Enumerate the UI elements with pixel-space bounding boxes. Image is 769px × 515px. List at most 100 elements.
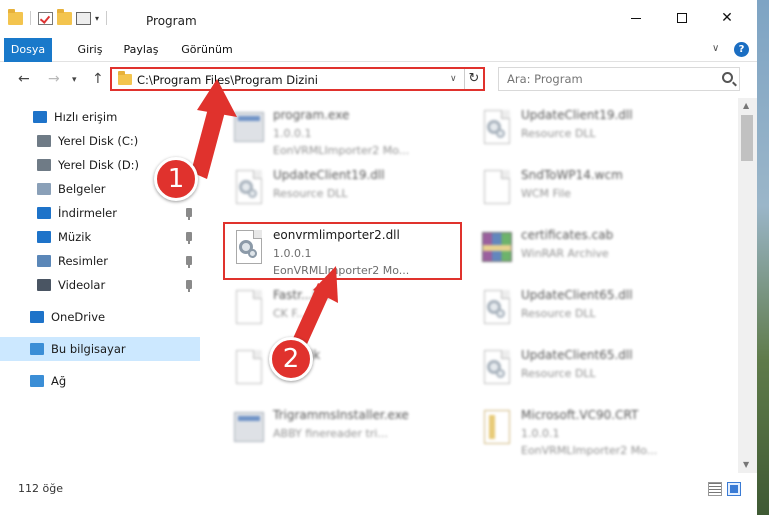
details-view-icon[interactable] [708, 482, 722, 496]
desktop-background [757, 0, 769, 515]
explorer-window: ▾ Program ✕ Dosya Giriş Paylaş Görünüm ∨… [0, 0, 757, 515]
file-name: program.exe [273, 108, 350, 122]
file-item[interactable]: UpdateClient19.dll Resource DLL [225, 164, 465, 220]
pin-icon[interactable] [186, 256, 192, 268]
sidebar-item-label: Resimler [58, 254, 108, 268]
file-detail: Resource DLL [273, 187, 348, 200]
file-detail: WCM File [521, 187, 571, 200]
file-detail: ABBY finereader tri... [273, 427, 388, 440]
navigation-bar: ← → ▾ ↑ C:\Program Files\Program Dizini … [0, 62, 757, 98]
file-item[interactable]: SndToWP14.wcm WCM File [473, 164, 713, 220]
step-marker-2: 2 [269, 337, 313, 381]
file-detail: WinRAR Archive [521, 247, 609, 260]
file-detail: EonVRMLImporter2 Mo... [273, 144, 410, 157]
expand-ribbon-icon[interactable]: ∨ [712, 43, 719, 54]
search-icon[interactable] [722, 72, 733, 83]
star-icon [33, 111, 47, 123]
sidebar-item-onedrive[interactable]: OneDrive [0, 305, 200, 329]
file-detail: Resource DLL [521, 367, 596, 380]
address-path[interactable]: C:\Program Files\Program Dizini [137, 73, 318, 87]
drive-icon [37, 135, 51, 147]
file-item[interactable]: UpdateClient65.dll Resource DLL [473, 284, 713, 340]
step-marker-1: 1 [154, 157, 198, 201]
tab-gorunum[interactable]: Görünüm [176, 38, 238, 62]
file-name: Microsoft.VC90.CRT [521, 408, 639, 422]
file-item[interactable]: ...ml.cjk [225, 344, 465, 400]
tab-paylas[interactable]: Paylaş [118, 38, 164, 62]
file-item[interactable]: eonvrmlimporter2.dll 1.0.0.1 EonVRMLImport… [225, 224, 465, 280]
cloud-icon [30, 311, 44, 323]
maximize-icon [677, 13, 687, 23]
scroll-up-icon[interactable]: ▲ [743, 101, 749, 110]
sidebar-item-videolar[interactable]: Videolar [0, 273, 200, 297]
exe-icon [231, 110, 265, 152]
sidebar-item-resimler[interactable]: Resimler [0, 249, 200, 273]
view-menu-icon[interactable] [76, 11, 91, 25]
properties-check-icon[interactable] [38, 11, 53, 25]
large-icons-view-icon[interactable] [727, 482, 741, 496]
file-detail: EonVRMLImporter2 Mo... [521, 444, 658, 457]
sidebar-item-label: Hızlı erişim [54, 110, 118, 124]
file-item[interactable]: TrigrammsInstaller.exe ABBY finereader tr… [225, 404, 465, 460]
folder-icon [8, 8, 23, 25]
file-detail: CK F... [273, 307, 307, 320]
drive-icon [37, 159, 51, 171]
close-button[interactable]: ✕ [716, 8, 738, 28]
file-name: UpdateClient19.dll [273, 168, 385, 182]
pictures-icon [37, 255, 51, 267]
maximize-button[interactable] [671, 8, 693, 28]
toolbar-separator [30, 11, 31, 25]
ribbon: Dosya Giriş Paylaş Görünüm ∨ ? [0, 38, 757, 62]
sidebar-item-ağ[interactable]: Ağ [0, 369, 200, 393]
tab-dosya[interactable]: Dosya [4, 38, 52, 62]
download-icon [37, 207, 51, 219]
file-item[interactable]: UpdateClient19.dll Resource DLL [473, 104, 713, 160]
file-name: certificates.cab [521, 228, 614, 242]
file-detail: 1.0.0.1 [521, 427, 560, 440]
sidebar-item-i-ndirmeler[interactable]: İndirmeler [0, 201, 200, 225]
documents-icon [37, 183, 51, 195]
up-button[interactable]: ↑ [92, 71, 104, 87]
archive-icon [479, 230, 513, 272]
navigation-pane: Hızlı erişim Yerel Disk (C:) Yerel Disk (D… [0, 98, 205, 473]
sidebar-item-label: Yerel Disk (C:) [58, 134, 139, 148]
scrollbar-thumb[interactable] [741, 115, 753, 161]
recent-locations-button[interactable]: ▾ [72, 75, 77, 85]
refresh-button[interactable]: ↻ [464, 69, 483, 89]
file-item[interactable]: Microsoft.VC90.CRT 1.0.0.1 EonVRMLImporter… [473, 404, 713, 460]
file-item[interactable]: certificates.cab WinRAR Archive [473, 224, 713, 280]
file-name: eonvrmlimporter2.dll [273, 228, 400, 242]
scroll-down-icon[interactable]: ▼ [743, 460, 749, 469]
dll-icon [479, 290, 513, 332]
pin-icon[interactable] [186, 232, 192, 244]
sidebar-item-label: Bu bilgisayar [51, 342, 126, 356]
sidebar-item-bu-bilgisayar[interactable]: Bu bilgisayar [0, 337, 200, 361]
search-input[interactable] [499, 68, 709, 90]
status-bar: 112 öğe [0, 473, 757, 515]
help-icon[interactable]: ? [734, 42, 749, 57]
file-detail: EonVRMLImporter2 Mo... [273, 264, 410, 277]
address-dropdown-button[interactable]: ∨ [450, 74, 457, 84]
file-name: TrigrammsInstaller.exe [273, 408, 409, 422]
sidebar-item-hızlı-erişim[interactable]: Hızlı erişim [0, 105, 200, 129]
search-box[interactable] [498, 67, 740, 91]
customize-toolbar-icon[interactable]: ▾ [95, 14, 99, 23]
sidebar-item-label: Videolar [58, 278, 106, 292]
sidebar-item-yerel-disk-c-[interactable]: Yerel Disk (C:) [0, 129, 200, 153]
tab-giris[interactable]: Giriş [70, 38, 110, 62]
file-detail: Resource DLL [521, 307, 596, 320]
sidebar-item-müzik[interactable]: Müzik [0, 225, 200, 249]
address-bar[interactable]: C:\Program Files\Program Dizini ∨ ↻ [110, 67, 485, 91]
back-button[interactable]: ← [18, 71, 30, 87]
file-item[interactable]: UpdateClient65.dll Resource DLL [473, 344, 713, 400]
new-folder-icon[interactable] [57, 8, 72, 25]
dll-icon [479, 350, 513, 392]
pin-icon[interactable] [186, 280, 192, 292]
file-item[interactable]: Fastr...jck CK F... [225, 284, 465, 340]
vertical-scrollbar[interactable]: ▲ ▼ [738, 98, 757, 473]
sidebar-item-label: Belgeler [58, 182, 106, 196]
file-item[interactable]: program.exe 1.0.0.1 EonVRMLImporter2 Mo... [225, 104, 465, 160]
forward-button[interactable]: → [48, 71, 60, 87]
pin-icon[interactable] [186, 208, 192, 220]
minimize-button[interactable] [625, 8, 647, 28]
